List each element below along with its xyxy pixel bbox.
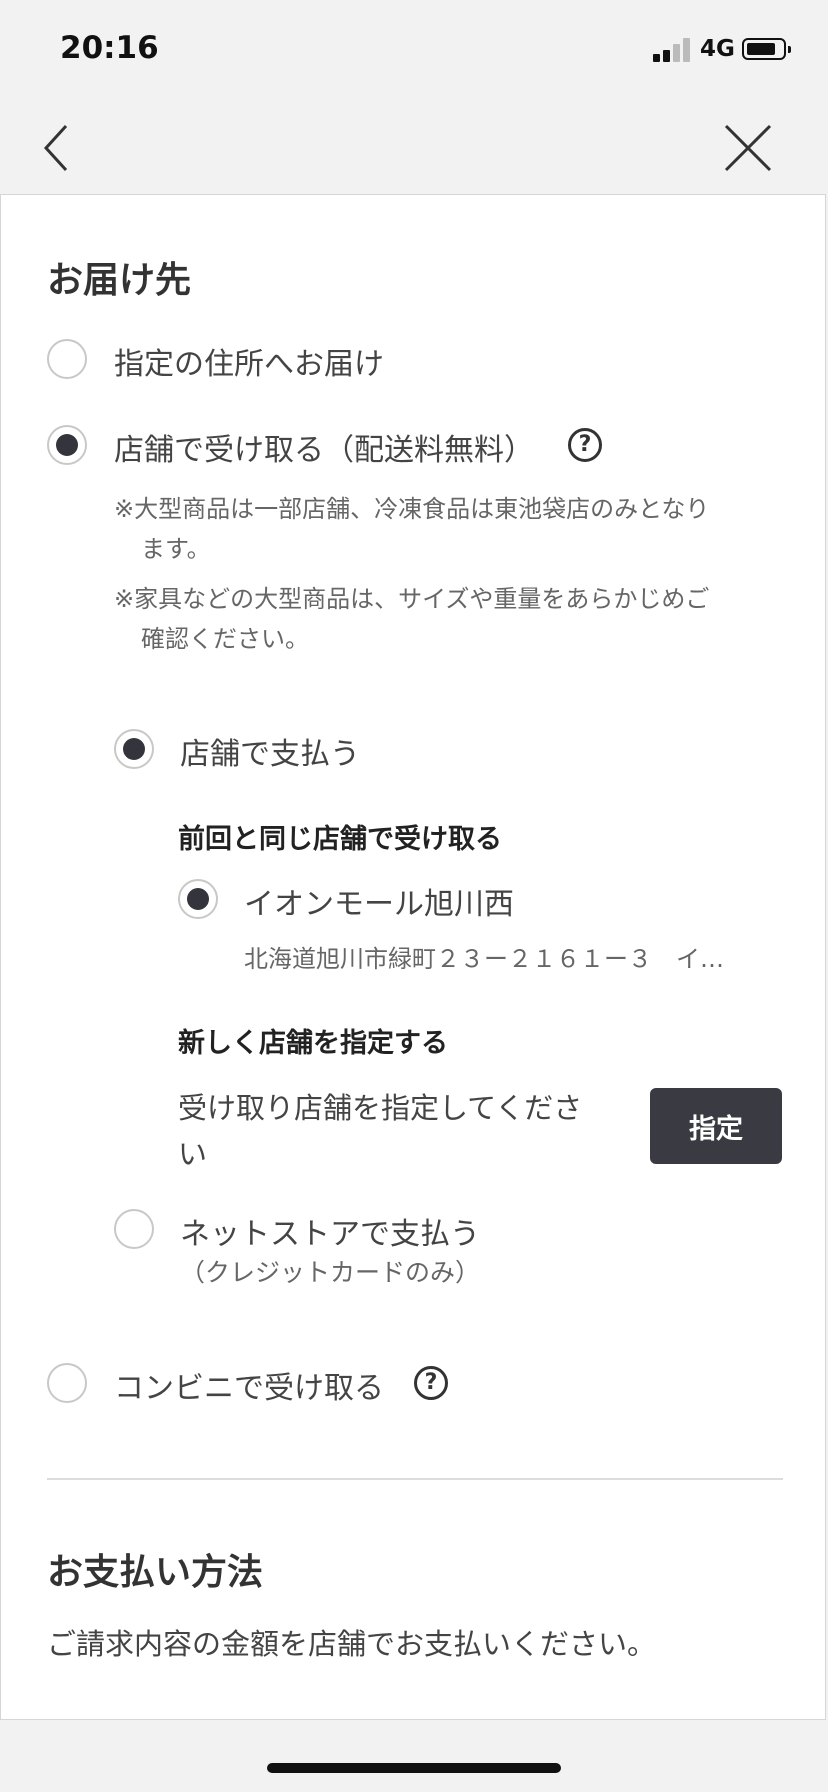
status-bar: 20:16 4G [0,0,828,100]
question-circle-icon[interactable]: ? [568,428,602,462]
radio-pay-at-store[interactable] [114,729,154,769]
signal-icon [653,38,691,62]
same-store-heading: 前回と同じ店舗で受け取る [178,824,502,855]
network-type: 4G [700,36,735,62]
chevron-left-icon [43,124,68,172]
radio-same-store[interactable] [178,879,218,919]
divider [47,1478,783,1480]
radio-store-pickup[interactable] [47,425,87,465]
status-time: 20:16 [60,30,159,66]
home-indicator [267,1763,561,1773]
close-icon [724,124,772,172]
pay-online-sub: （クレジットカードのみ） [180,1258,481,1287]
note-furniture-cont: 確認ください。 [141,625,309,653]
battery-icon [742,38,791,60]
new-store-heading: 新しく店舗を指定する [178,1028,448,1059]
note-furniture: ※家具などの大型商品は、サイズや重量をあらかじめご [114,585,710,613]
note-large-items: ※大型商品は一部店舗、冷凍食品は東池袋店のみとなり [114,495,710,523]
close-button[interactable] [718,118,778,178]
payment-method-description: ご請求内容の金額を店舗でお支払いください。 [47,1627,657,1661]
payment-method-title: お支払い方法 [47,1552,264,1593]
delivery-panel: お届け先 指定の住所へお届け 店舗で受け取る（配送料無料） ? ※大型商品は一部… [0,194,826,1720]
delivery-title: お届け先 [47,260,192,301]
radio-address-delivery[interactable] [47,339,87,379]
nav-bar [0,100,828,194]
back-button[interactable] [30,118,90,178]
option-convenience-pickup-label[interactable]: コンビニで受け取る [114,1363,384,1407]
note-large-items-cont: ます。 [141,535,211,563]
question-circle-icon[interactable]: ? [414,1366,448,1400]
pay-online-label[interactable]: ネットストアで支払う [180,1209,480,1253]
option-store-pickup-label[interactable]: 店舗で受け取る（配送料無料） [114,425,534,469]
radio-pay-online[interactable] [114,1209,154,1249]
same-store-address: 北海道旭川市緑町２３ー２１６１ー３ イ… [244,945,724,973]
pay-at-store-label[interactable]: 店舗で支払う [180,729,360,773]
option-address-delivery-label[interactable]: 指定の住所へお届け [114,339,384,383]
specify-store-button[interactable]: 指定 [650,1088,782,1164]
new-store-prompt-cont: い [178,1137,208,1171]
radio-convenience-pickup[interactable] [47,1363,87,1403]
new-store-prompt: 受け取り店舗を指定してくださ [178,1091,583,1125]
same-store-name[interactable]: イオンモール旭川西 [244,879,514,923]
